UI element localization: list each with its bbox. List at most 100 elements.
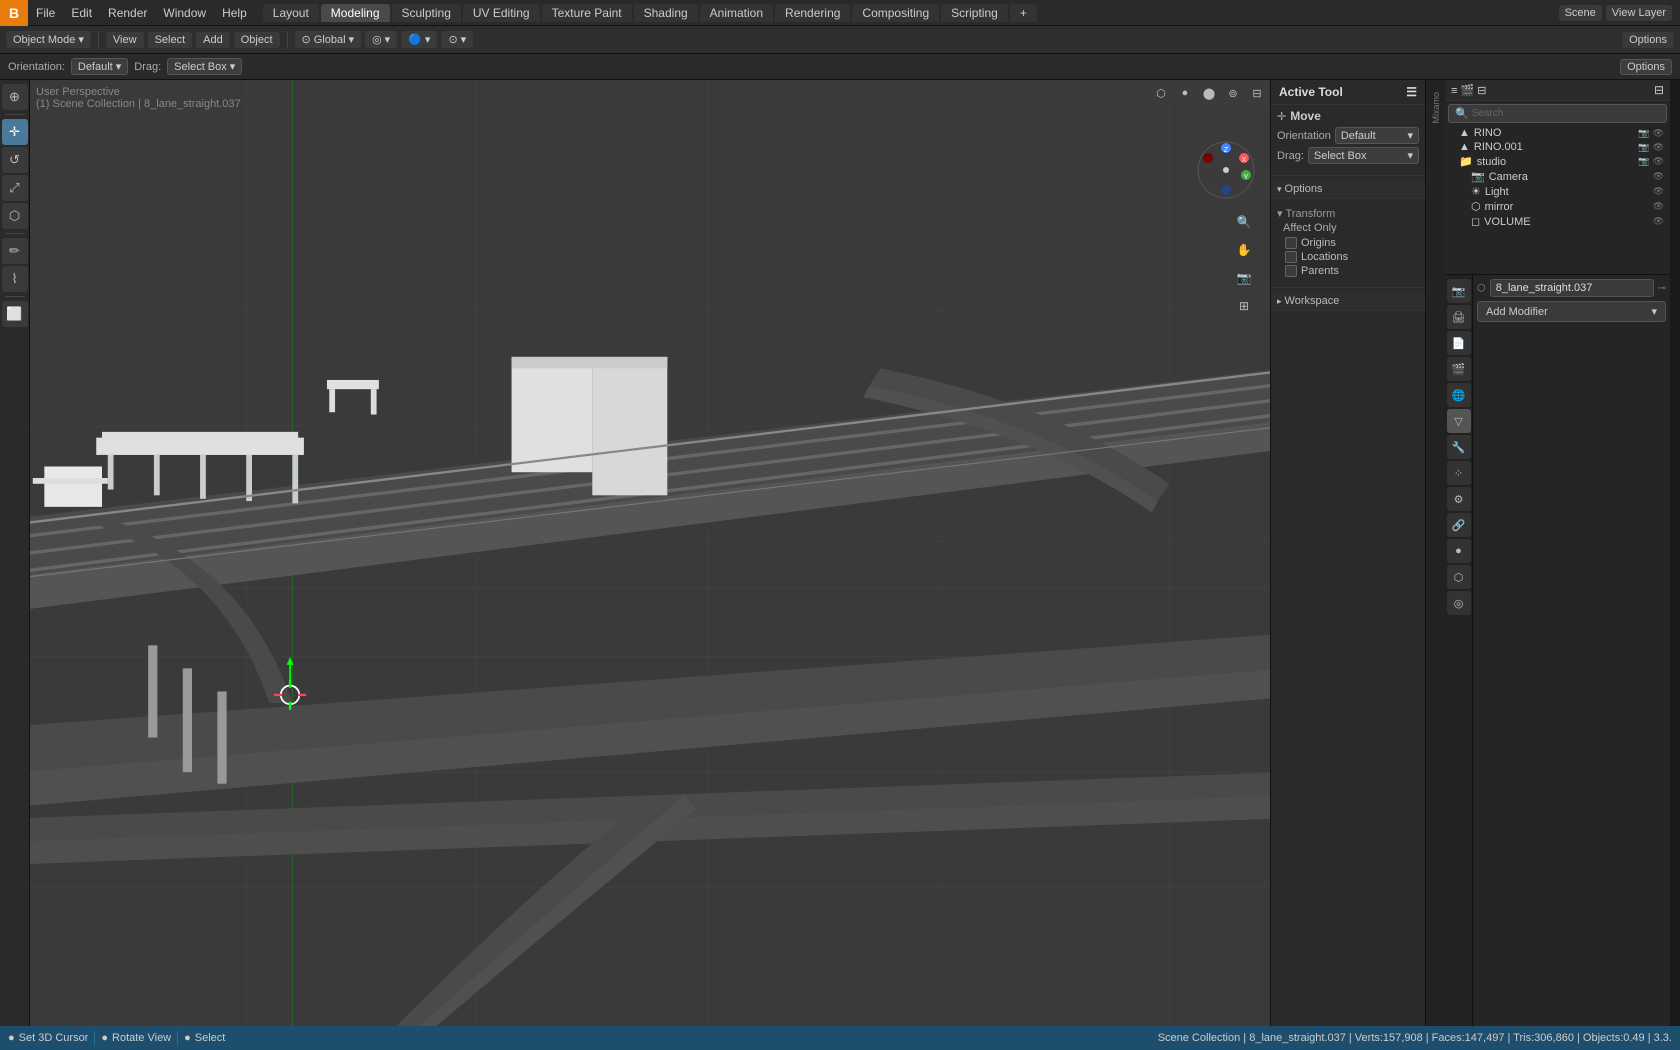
tab-sculpting[interactable]: Sculpting [392,4,461,22]
affect-only-row: Affect Only [1277,222,1419,234]
viewport-shading-render[interactable]: ⬤ [1198,82,1220,104]
drag-dropdown[interactable]: Select Box ▾ [167,58,242,75]
grid-btn[interactable]: ⊞ [1232,294,1256,318]
outliner-item-rino[interactable]: ▲ RINO 📷 👁 [1445,126,1670,140]
measure-tool[interactable]: ⌇ [2,266,28,292]
menu-file[interactable]: File [28,4,63,22]
mode-selector[interactable]: Object Mode ▾ [6,31,91,48]
particles-props-icon[interactable]: ⁘ [1447,461,1471,485]
object-name-field[interactable]: 8_lane_straight.037 [1490,279,1654,297]
options-button[interactable]: Options [1622,32,1674,48]
pivot-selector[interactable]: ◎ ▾ [365,31,397,48]
object-icon: ⬡ [1477,283,1486,294]
origins-checkbox[interactable] [1285,237,1297,249]
annotate-tool[interactable]: ✏ [2,238,28,264]
select-menu[interactable]: Select [148,32,193,48]
viewport-3d[interactable]: User Perspective (1) Scene Collection | … [30,80,1270,1026]
view-layer-selector[interactable]: View Layer [1606,5,1672,21]
viewport-shading-solid[interactable]: ⬡ [1150,82,1172,104]
orientation-selector[interactable]: ⊙ Global ▾ [295,31,362,48]
outliner-item-volume[interactable]: ◻ VOLUME 👁 [1445,214,1670,229]
menu-window[interactable]: Window [155,4,214,22]
drag-dropdown-chevron: ▾ [230,60,236,73]
tab-uv-editing[interactable]: UV Editing [463,4,540,22]
tab-scripting[interactable]: Scripting [941,4,1008,22]
outliner-item-studio[interactable]: 📁 studio 📷 👁 [1445,154,1670,169]
tab-texture-paint[interactable]: Texture Paint [542,4,632,22]
navigation-gizmo[interactable]: X Y Z [1196,140,1256,200]
menu-render[interactable]: Render [100,4,155,22]
hand-btn[interactable]: ✋ [1232,238,1256,262]
status-icon1: ● [8,1032,15,1044]
status-tool3: ● Select [184,1032,225,1044]
transform-tool[interactable]: ⬡ [2,203,28,229]
viewport-shading-material[interactable]: ● [1174,82,1196,104]
drag-field-dropdown[interactable]: Select Box ▾ [1308,147,1419,164]
object-menu[interactable]: Object [234,32,280,48]
extra-props-icon2[interactable]: ◎ [1447,591,1471,615]
object-name-row: ⬡ 8_lane_straight.037 ⊸ [1477,279,1666,297]
outliner-header: ≡ 🎬 ⊟ ⊟ [1445,80,1670,101]
locations-checkbox[interactable] [1285,251,1297,263]
move-tool[interactable]: ✛ [2,119,28,145]
zoom-in-btn[interactable]: 🔍 [1232,210,1256,234]
tab-layout[interactable]: Layout [263,4,319,22]
menu-edit[interactable]: Edit [63,4,100,22]
add-cube-tool[interactable]: ⬜ [2,301,28,327]
outliner-filter-icon[interactable]: ⊟ [1654,83,1664,97]
snap-icon: 🔵 [408,33,422,46]
extra-props-icon1[interactable]: ⬡ [1447,565,1471,589]
outliner-search-box[interactable]: 🔍 Search [1448,104,1667,123]
snap-toggle[interactable]: 🔵 ▾ [401,31,437,48]
constraint-props-icon[interactable]: 🔗 [1447,513,1471,537]
tab-rendering[interactable]: Rendering [775,4,850,22]
camera-view-btn[interactable]: 📷 [1232,266,1256,290]
tab-add[interactable]: + [1010,4,1037,22]
toolbar-row: Object Mode ▾ View Select Add Object ⊙ G… [0,26,1680,54]
physics-props-icon[interactable]: ⚙ [1447,487,1471,511]
render-props-icon[interactable]: 📷 [1447,279,1471,303]
mirror-icon: ⬡ [1471,200,1481,213]
scale-icon: ⤢ [9,180,19,196]
material-props-icon[interactable]: ● [1447,539,1471,563]
orientation-value: Global [314,34,346,46]
add-menu[interactable]: Add [196,32,230,48]
world-props-icon[interactable]: 🌐 [1447,383,1471,407]
tab-compositing[interactable]: Compositing [852,4,939,22]
cursor-tool[interactable]: ⊕ [2,84,28,110]
tab-animation[interactable]: Animation [700,4,773,22]
parents-checkbox[interactable] [1285,265,1297,277]
menu-help[interactable]: Help [214,4,255,22]
workspace-collapsible[interactable]: ▸ Workspace [1271,292,1425,311]
rotate-tool[interactable]: ↺ [2,147,28,173]
output-props-icon[interactable]: 🖨 [1447,305,1471,329]
tab-modeling[interactable]: Modeling [321,4,390,22]
orientation-field-dropdown[interactable]: Default ▾ [1335,127,1419,144]
rino-icon: ▲ [1459,127,1470,139]
outliner-panel: ≡ 🎬 ⊟ ⊟ 🔍 Search ▲ RINO 📷 👁 [1445,80,1670,275]
scene-props-icon[interactable]: 🎬 [1447,357,1471,381]
options-dropdown[interactable]: Options [1620,59,1672,75]
pivot-icon: ◎ [372,33,382,46]
object-props-icon[interactable]: ▽ [1447,409,1471,433]
outliner-item-rino001[interactable]: ▲ RINO.001 📷 👁 [1445,140,1670,154]
outliner-item-camera[interactable]: 📷 Camera 👁 [1445,169,1670,184]
scale-tool[interactable]: ⤢ [2,175,28,201]
view-layer-props-icon[interactable]: 📄 [1447,331,1471,355]
options-collapsible[interactable]: ▾ Options [1271,180,1425,199]
modifier-props-icon[interactable]: 🔧 [1447,435,1471,459]
left-sep2 [5,233,25,234]
add-modifier-button[interactable]: Add Modifier ▾ [1477,301,1666,322]
orientation-dropdown[interactable]: Default ▾ [71,58,128,75]
outliner-item-mirror[interactable]: ⬡ mirror 👁 [1445,199,1670,214]
view-menu[interactable]: View [106,32,144,48]
viewport-xray[interactable]: ⊟ [1246,82,1268,104]
move-icon-label: ✛ [1277,110,1286,123]
outliner-item-light[interactable]: ☀ Light 👁 [1445,184,1670,199]
app-logo: B [0,0,28,26]
scene-selector[interactable]: Scene [1559,5,1602,21]
tab-shading[interactable]: Shading [634,4,698,22]
drag-chevron-icon: ▾ [1407,149,1413,162]
viewport-overlay[interactable]: ⊚ [1222,82,1244,104]
proportional-toggle[interactable]: ⊙ ▾ [441,31,473,48]
